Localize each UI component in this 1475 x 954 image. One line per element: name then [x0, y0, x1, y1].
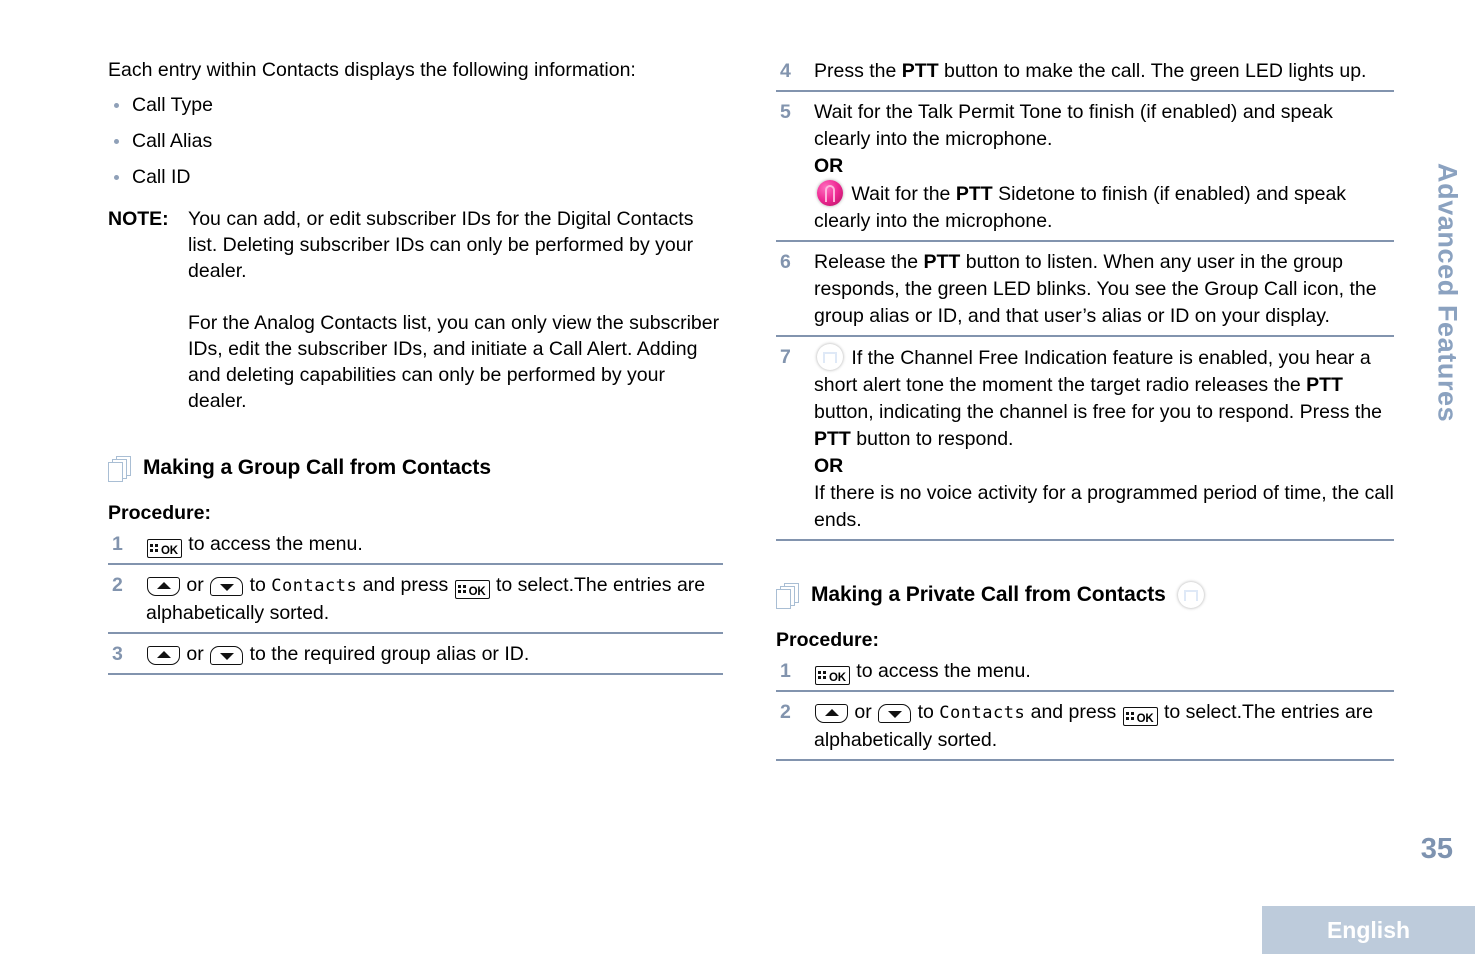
language-badge: English [1262, 906, 1475, 954]
pages-stack-icon [108, 454, 134, 482]
ptt-label: PTT [1306, 374, 1343, 396]
arrow-up-key-icon [147, 577, 180, 596]
step-text: to [244, 574, 272, 596]
or-label: OR [814, 455, 844, 477]
menu-ok-key-icon: OK [454, 580, 490, 599]
procedure-step: 4 Press the PTT button to make the call.… [776, 58, 1394, 92]
step-number: 2 [112, 574, 123, 596]
step-alternative-text: Wait for the PTT Sidetone to finish (if … [814, 180, 1346, 232]
note-paragraph: For the Analog Contacts list, you can on… [188, 312, 720, 412]
list-item: Call Type [108, 94, 723, 116]
ok-key-label: OK [829, 672, 846, 684]
step-alternative-text: If there is no voice activity for a prog… [814, 482, 1394, 531]
list-item: Call ID [108, 166, 723, 188]
procedure-step: 5 Wait for the Talk Permit Tone to finis… [776, 99, 1394, 242]
chapter-title: Advanced Features [1432, 163, 1463, 423]
list-item: Call Alias [108, 130, 723, 152]
procedure-step: 1 OK to access the menu. [108, 531, 723, 565]
step-text: to the required group alias or ID. [244, 643, 530, 665]
step-text: to access the menu. [182, 533, 363, 555]
procedure-step: 1 OK to access the menu. [776, 658, 1394, 692]
ok-key-label: OK [161, 545, 178, 557]
ptt-label: PTT [955, 183, 993, 205]
note-body: You can add, or edit subscriber IDs for … [188, 206, 723, 414]
step-text: and press [357, 574, 454, 596]
procedure-label: Procedure: [108, 502, 211, 524]
ptt-sidetone-icon [817, 180, 843, 206]
step-text: Wait for the Talk Permit Tone to finish … [814, 101, 1333, 150]
procedure-step: 6 Release the PTT button to listen. When… [776, 249, 1394, 337]
page-title: Making a Private Call from Contacts [811, 583, 1166, 606]
ok-key-label: OK [1136, 713, 1154, 725]
procedure-step: 2 or to Contacts and press OK to select.… [776, 699, 1394, 761]
pages-stack-icon [776, 581, 802, 609]
step-text: If the Channel Free Indication feature i… [814, 347, 1382, 450]
left-column: Each entry within Contacts displays the … [108, 0, 723, 682]
step-text: or [181, 574, 210, 596]
note-paragraph: You can add, or edit subscriber IDs for … [188, 208, 694, 282]
step-number: 5 [780, 101, 791, 123]
procedure-label: Procedure: [776, 629, 879, 651]
ptt-label: PTT [901, 60, 939, 82]
procedure-step: 3 or to the required group alias or ID. [108, 641, 723, 675]
procedure-steps-group-call-continued: 4 Press the PTT button to make the call.… [776, 58, 1394, 541]
ptt-label: PTT [923, 251, 961, 273]
step-number: 6 [780, 251, 791, 273]
arrow-up-key-icon [147, 646, 180, 665]
ptt-label: PTT [814, 428, 851, 450]
note-block: NOTE: You can add, or edit subscriber ID… [108, 206, 723, 414]
menu-item-name: Contacts [271, 576, 358, 596]
menu-item-name: Contacts [939, 703, 1026, 723]
note-label: NOTE: [108, 208, 169, 230]
menu-ok-key-icon: OK [147, 539, 182, 558]
or-label: OR [814, 155, 844, 177]
step-number: 3 [112, 643, 123, 665]
intro-paragraph: Each entry within Contacts displays the … [108, 59, 636, 81]
menu-ok-key-icon: OK [1122, 707, 1158, 726]
section-heading-group-call: Making a Group Call from Contacts [108, 454, 723, 482]
step-number: 1 [112, 533, 123, 555]
step-number: 7 [780, 346, 791, 368]
channel-free-indication-icon [1178, 582, 1204, 608]
step-number: 1 [780, 660, 791, 682]
manual-page: Each entry within Contacts displays the … [0, 0, 1475, 954]
channel-free-indication-icon [817, 344, 843, 370]
menu-ok-key-icon: OK [815, 666, 850, 685]
ok-key-label: OK [468, 586, 486, 598]
page-title: Making a Group Call from Contacts [143, 456, 491, 479]
procedure-step: 2 or to Contacts and press OK to select.… [108, 572, 723, 634]
arrow-up-key-icon [815, 704, 848, 723]
procedure-step: 7 If the Channel Free Indication feature… [776, 344, 1394, 541]
step-text: Release the PTT button to listen. When a… [814, 251, 1377, 327]
step-text: and press [1025, 701, 1122, 723]
step-text: to access the menu. [850, 660, 1031, 682]
step-text: Press the PTT button to make the call. T… [814, 60, 1367, 82]
step-text: or [181, 643, 210, 665]
procedure-steps-private-call: 1 OK to access the menu. 2 or to Contact… [776, 658, 1394, 761]
step-text: to [912, 701, 940, 723]
section-heading-private-call: Making a Private Call from Contacts [776, 581, 1394, 609]
page-number: 35 [1420, 833, 1453, 865]
step-number: 4 [780, 60, 791, 82]
step-text: or [849, 701, 878, 723]
arrow-down-key-icon [210, 646, 244, 665]
right-column: 4 Press the PTT button to make the call.… [776, 0, 1394, 768]
contact-info-bullet-list: Call Type Call Alias Call ID [108, 94, 723, 188]
step-number: 2 [780, 701, 791, 723]
arrow-down-key-icon [878, 704, 912, 723]
chapter-side-tab: Advanced Features [1427, 128, 1467, 458]
procedure-steps-group-call: 1 OK to access the menu. 2 or to Contact… [108, 531, 723, 675]
arrow-down-key-icon [210, 577, 244, 596]
